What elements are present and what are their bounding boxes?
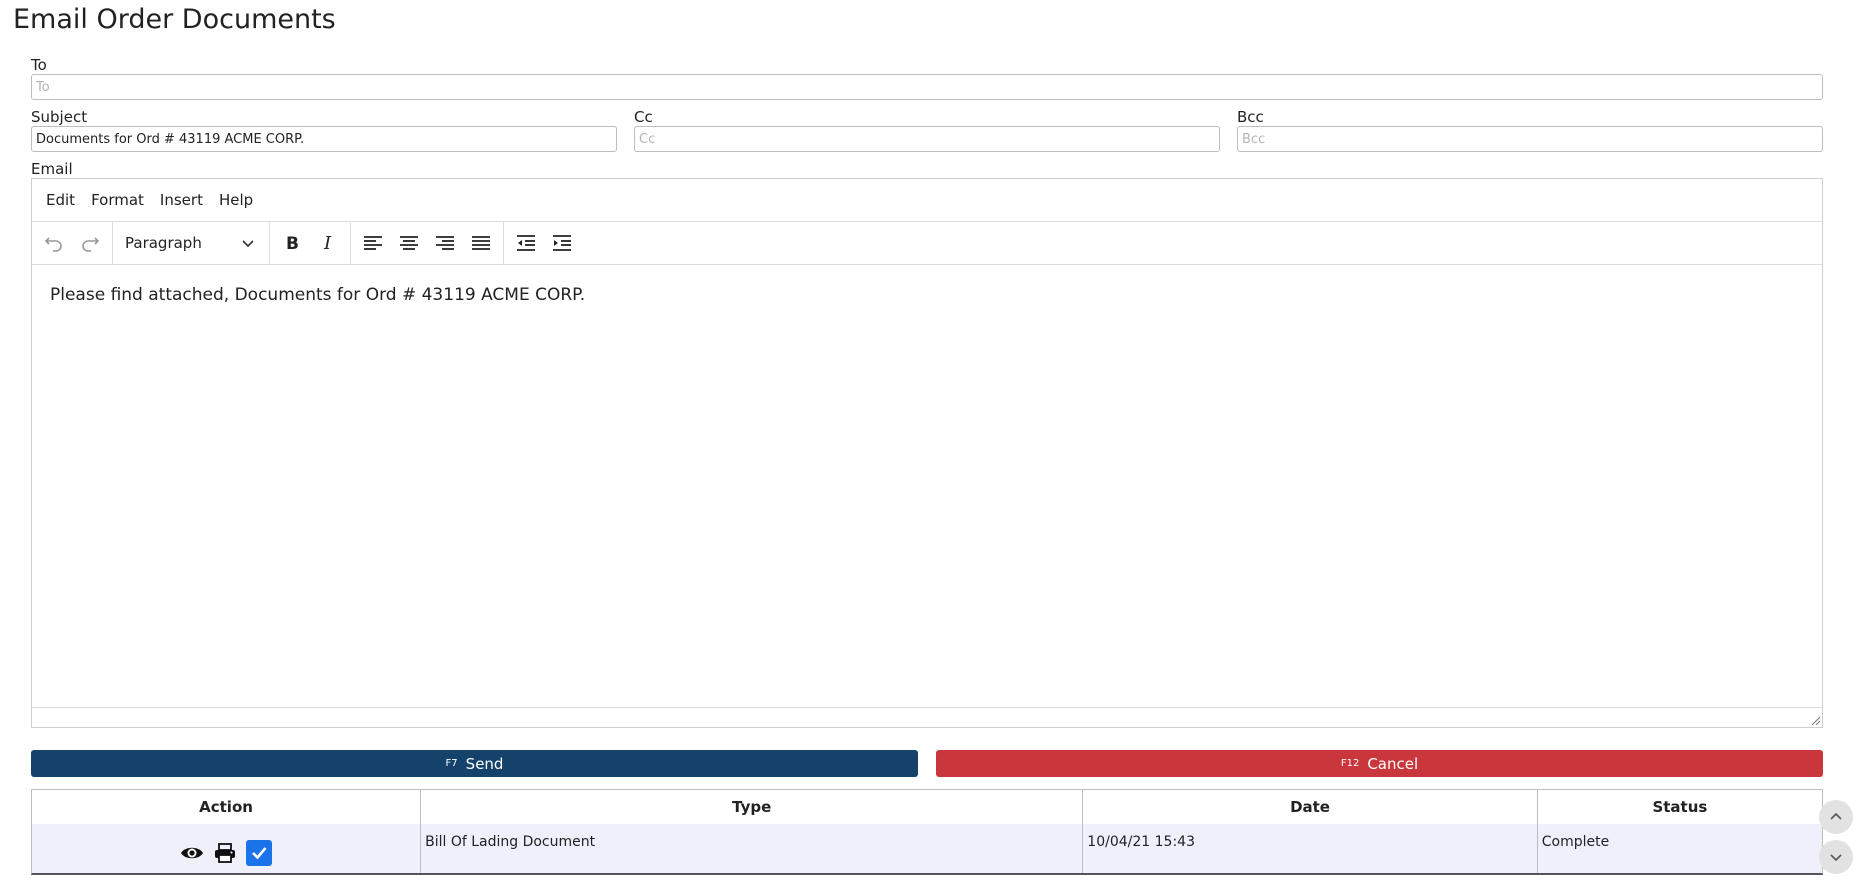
bcc-label: Bcc: [1237, 108, 1264, 126]
align-center-icon[interactable]: [391, 226, 427, 260]
history-group: [32, 222, 113, 264]
svg-text:B: B: [286, 234, 299, 253]
view-eye-icon[interactable]: [180, 844, 204, 862]
subject-field[interactable]: [31, 126, 617, 152]
email-label: Email: [31, 160, 73, 178]
status-cell: Complete: [1537, 824, 1822, 873]
chevron-up-icon: [1830, 812, 1842, 820]
alignment-group: [351, 222, 504, 264]
block-format-value: Paragraph: [125, 234, 202, 252]
table-header-row: Action Type Date Status: [32, 790, 1822, 824]
print-icon[interactable]: [214, 843, 236, 863]
svg-text:I: I: [323, 233, 332, 253]
justify-icon[interactable]: [463, 226, 499, 260]
redo-icon[interactable]: [72, 226, 108, 260]
cc-field[interactable]: [634, 126, 1220, 152]
column-header-status: Status: [1537, 790, 1822, 824]
column-header-date: Date: [1082, 790, 1538, 824]
page-title: Email Order Documents: [13, 4, 336, 35]
cancel-label: Cancel: [1367, 754, 1419, 773]
align-right-icon[interactable]: [427, 226, 463, 260]
email-body[interactable]: Please find attached, Documents for Ord …: [32, 265, 1822, 707]
bcc-field[interactable]: [1237, 126, 1823, 152]
text-style-group: B I: [270, 222, 351, 264]
cc-label: Cc: [634, 108, 653, 126]
editor-toolbar: Paragraph B I: [32, 222, 1822, 265]
menu-format[interactable]: Format: [83, 185, 152, 215]
send-label: Send: [465, 754, 504, 773]
to-label: To: [31, 56, 47, 74]
italic-icon[interactable]: I: [310, 226, 346, 260]
column-header-action: Action: [32, 790, 422, 824]
indent-icon[interactable]: [544, 226, 580, 260]
send-button[interactable]: F7 Send: [31, 750, 918, 777]
column-header-type: Type: [420, 790, 1084, 824]
send-shortcut-key: F7: [445, 758, 458, 769]
menu-help[interactable]: Help: [211, 185, 261, 215]
type-cell: Bill Of Lading Document: [420, 824, 1084, 873]
resize-handle-icon[interactable]: [1810, 715, 1820, 725]
align-left-icon[interactable]: [355, 226, 391, 260]
email-editor: Edit Format Insert Help Paragraph B I Pl…: [31, 178, 1823, 728]
email-body-text: Please find attached, Documents for Ord …: [50, 285, 586, 305]
documents-table: Action Type Date Status Bill Of Lading D…: [31, 789, 1823, 875]
chevron-down-icon: [242, 240, 254, 248]
indent-group: [504, 222, 584, 264]
block-format-select[interactable]: Paragraph: [117, 226, 265, 260]
block-format-group: Paragraph: [113, 222, 270, 264]
undo-icon[interactable]: [36, 226, 72, 260]
bold-icon[interactable]: B: [274, 226, 310, 260]
action-cell: [32, 824, 422, 873]
table-row[interactable]: Bill Of Lading Document 10/04/21 15:43 C…: [32, 824, 1822, 873]
subject-label: Subject: [31, 108, 88, 126]
date-cell: 10/04/21 15:43: [1082, 824, 1538, 873]
outdent-icon[interactable]: [508, 226, 544, 260]
scroll-down-button[interactable]: [1819, 840, 1853, 874]
menu-insert[interactable]: Insert: [152, 185, 211, 215]
cancel-shortcut-key: F12: [1340, 758, 1360, 769]
cancel-button[interactable]: F12 Cancel: [936, 750, 1823, 777]
menu-edit[interactable]: Edit: [38, 185, 83, 215]
chevron-down-icon: [1830, 854, 1842, 862]
select-document-checkbox[interactable]: [246, 840, 273, 866]
to-field[interactable]: [31, 74, 1823, 100]
editor-statusbar: [32, 707, 1822, 727]
checkmark-icon: [252, 847, 267, 860]
editor-menubar: Edit Format Insert Help: [32, 179, 1822, 222]
scroll-up-button[interactable]: [1819, 800, 1853, 834]
